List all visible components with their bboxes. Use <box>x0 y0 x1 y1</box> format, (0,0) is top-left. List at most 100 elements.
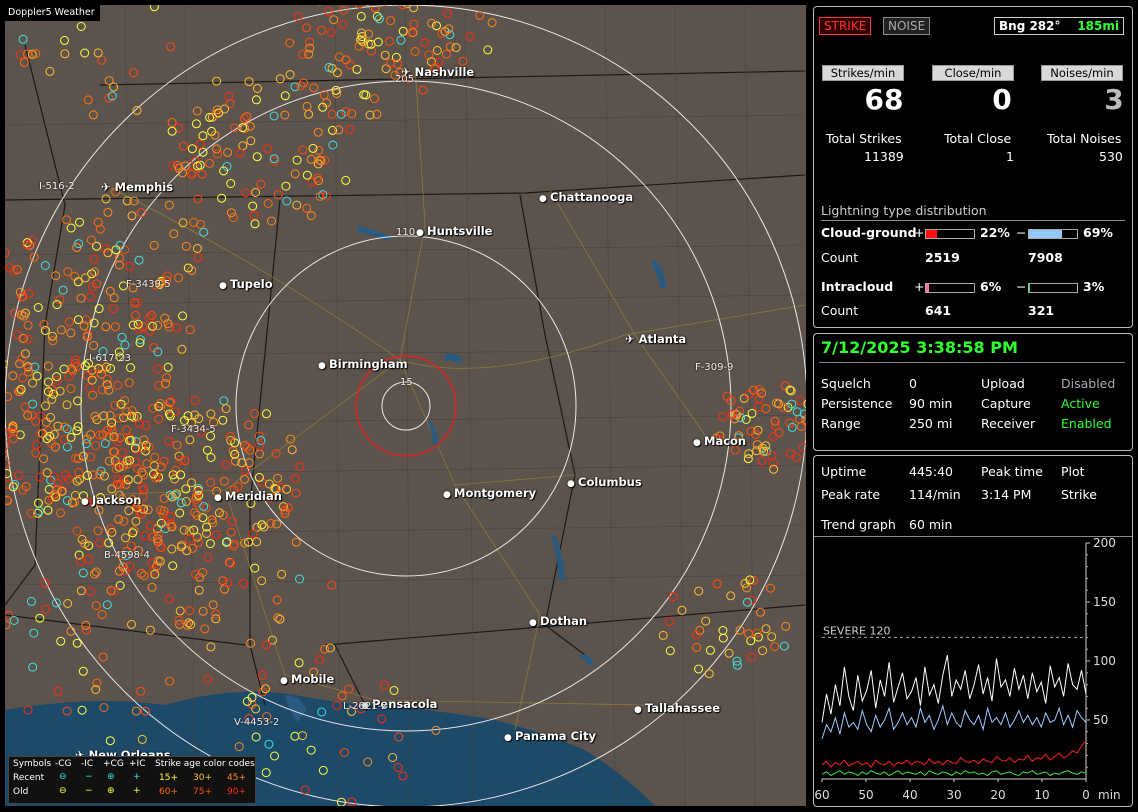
strike-marker <box>791 452 801 462</box>
strike-marker <box>41 604 51 614</box>
strike-marker <box>217 193 227 203</box>
strike-marker <box>742 583 752 593</box>
strike-marker <box>184 606 194 616</box>
strike-marker <box>285 38 295 48</box>
strike-marker <box>218 415 228 425</box>
x-tick-label: 30 <box>946 788 961 802</box>
strike-marker <box>261 640 271 650</box>
strike-marker <box>91 441 101 451</box>
city-name: Huntsville <box>427 224 493 238</box>
noise-button[interactable]: NOISE <box>883 17 931 35</box>
strike-marker <box>190 508 200 518</box>
strike-marker <box>785 418 795 428</box>
strike-marker <box>744 629 754 639</box>
strike-marker <box>718 626 728 635</box>
city-dot-icon: ● <box>529 618 540 628</box>
strike-marker <box>198 131 208 141</box>
strike-marker <box>334 52 344 62</box>
strike-marker <box>76 586 86 596</box>
strike-marker <box>465 31 475 41</box>
legend-age-60: 60+ <box>159 787 178 797</box>
strike-marker <box>774 428 784 438</box>
strike-marker <box>427 18 437 28</box>
highway-label: B-4598-4 <box>104 550 150 561</box>
strike-marker <box>396 35 406 45</box>
strike-button[interactable]: STRIKE <box>819 17 872 35</box>
strike-marker <box>451 43 461 53</box>
strike-marker <box>345 125 355 135</box>
strike-marker <box>43 505 53 515</box>
strike-marker <box>295 574 304 584</box>
ic-neg-sign: − <box>1016 279 1027 294</box>
trend-chart: 5010015020060 50 40 30 20 10 0 minSEVERE 120 <box>814 537 1120 802</box>
strike-marker <box>86 292 96 302</box>
highway-label: V-4453-2 <box>234 717 280 728</box>
strike-marker <box>78 568 88 578</box>
strike-marker <box>475 10 485 20</box>
strike-marker <box>273 190 283 200</box>
strike-marker <box>219 396 229 406</box>
strike-marker <box>167 126 177 136</box>
strike-marker <box>208 600 218 610</box>
strike-marker <box>164 436 174 446</box>
strike-marker <box>88 110 98 120</box>
highway-label: 15 <box>400 377 413 388</box>
strike-marker <box>102 600 112 610</box>
strike-marker <box>174 273 184 283</box>
strike-marker <box>86 452 96 462</box>
y-tick-label: 150 <box>1093 595 1116 609</box>
city-name: Macon <box>704 434 747 448</box>
strike-marker <box>136 686 146 696</box>
strike-marker <box>47 395 57 404</box>
peak-rate-value: 114/min <box>909 487 961 502</box>
trend-graph-label: Trend graph <box>821 517 896 532</box>
squelch-label: Squelch <box>821 376 871 391</box>
city-label-dothan: ● Dothan <box>529 614 587 628</box>
strike-marker <box>181 497 191 506</box>
strike-marker <box>127 211 137 221</box>
strike-marker <box>131 310 140 320</box>
bearing-readout: Bng 282° 185mi <box>994 17 1124 35</box>
trend-graph-value[interactable]: 60 min <box>909 517 952 532</box>
lightning-map[interactable]: Doppler5 Weather ✈ Nashville ✈ Memphis ● C… <box>5 5 806 806</box>
strike-marker <box>724 648 734 658</box>
cg-pos-sign: + <box>914 225 925 240</box>
strike-marker <box>97 55 107 65</box>
legend: Symbols -CG -IC +CG +IC Strike age color… <box>8 756 256 804</box>
strike-marker <box>132 105 142 115</box>
strike-marker <box>63 599 73 608</box>
strike-marker <box>78 451 88 461</box>
city-name: Memphis <box>114 180 174 194</box>
strike-marker <box>211 614 221 624</box>
city-label-atlanta: ✈ Atlanta <box>625 332 686 346</box>
strike-marker <box>72 638 82 648</box>
cg-pos-bar-fill <box>926 230 937 238</box>
highway-label: I-617-23 <box>89 353 131 364</box>
strike-marker <box>262 409 271 419</box>
strike-marker <box>168 561 178 571</box>
strike-marker <box>263 144 273 154</box>
strike-marker <box>327 109 337 119</box>
strike-marker <box>701 616 711 626</box>
strike-marker <box>134 255 144 265</box>
strike-marker <box>256 436 266 445</box>
strike-marker <box>64 371 74 381</box>
plot-value[interactable]: Strike <box>1061 487 1097 502</box>
strike-marker <box>62 215 72 225</box>
strike-marker <box>124 378 134 388</box>
cg-pos-count: 2519 <box>925 250 960 265</box>
strike-marker <box>136 568 146 578</box>
strike-marker <box>8 371 18 381</box>
strike-marker <box>280 91 290 101</box>
city-dot-icon: ● <box>634 705 645 715</box>
strike-marker <box>145 521 155 531</box>
cg-label: Cloud-ground <box>821 225 917 240</box>
strike-marker <box>257 576 267 586</box>
strike-marker <box>140 531 150 541</box>
strike-marker <box>356 11 366 21</box>
city-dot-icon: ● <box>693 438 704 448</box>
strike-marker <box>83 95 93 105</box>
upload-label: Upload <box>981 376 1025 391</box>
strike-marker <box>14 471 24 481</box>
strike-marker <box>212 105 222 115</box>
